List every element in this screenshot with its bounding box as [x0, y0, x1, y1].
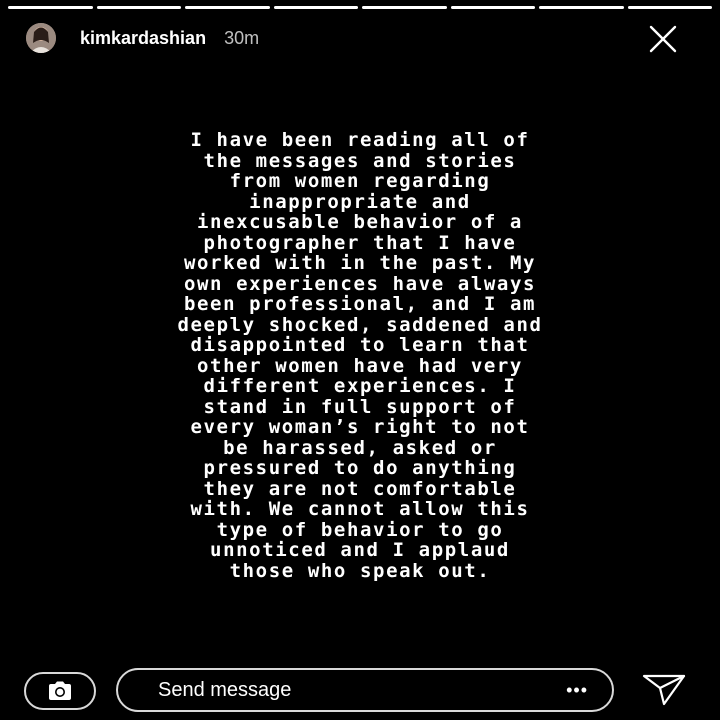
story-text-line: worked with in the past. My	[183, 252, 537, 274]
avatar[interactable]	[26, 23, 56, 53]
timestamp: 30m	[224, 27, 260, 48]
progress-segment	[96, 6, 181, 9]
username[interactable]: kimkardashian	[80, 28, 206, 49]
story-text-line: disappointed to learn that	[190, 334, 530, 356]
camera-icon	[49, 681, 71, 700]
story-text-line: from women regarding	[229, 170, 491, 192]
story-text-line: inappropriate and	[249, 190, 471, 213]
story-text-line: with. We cannot allow this	[190, 498, 530, 520]
story-text-line: I have been reading all of	[190, 129, 530, 151]
story-text-line: the messages and stories	[203, 149, 517, 172]
story-progress-bar	[8, 6, 712, 9]
profile-avatar-image	[26, 23, 56, 53]
story-text-line: they are not comfortable	[203, 477, 517, 500]
story-header: kimkardashian 30m	[26, 20, 700, 56]
send-icon[interactable]	[640, 672, 688, 708]
story-screen: kimkardashian 30m I have been reading al…	[0, 0, 720, 720]
story-text-line: deeply shocked, saddened and	[177, 313, 543, 336]
close-icon[interactable]	[648, 24, 678, 54]
story-text-line: pressured to do anything	[203, 457, 517, 479]
progress-segment	[450, 6, 535, 9]
send-message-input[interactable]: Send message •••	[116, 668, 614, 712]
story-text-line: stand in full support of	[203, 395, 517, 418]
story-text-line: every woman’s right to not	[190, 416, 530, 438]
story-text-line: own experiences have always	[183, 272, 537, 295]
story-text-line: be harassed, asked or	[223, 436, 497, 459]
camera-button[interactable]	[24, 672, 96, 710]
progress-segment	[627, 6, 712, 9]
send-message-placeholder: Send message	[158, 678, 292, 701]
progress-segment	[539, 6, 624, 9]
story-text: I have been reading all of the messages a…	[40, 130, 680, 581]
story-text-line: those who speak out.	[229, 559, 491, 582]
story-text-line: unnoticed and I applaud	[210, 539, 510, 561]
progress-segment	[273, 6, 358, 9]
more-options-button[interactable]: •••	[566, 681, 588, 699]
story-text-line: other women have had very	[197, 354, 523, 377]
story-text-line: photographer that I have	[203, 231, 517, 254]
progress-segment	[185, 6, 270, 9]
story-text-line: been professional, and I am	[183, 293, 537, 315]
story-text-line: different experiences. I	[203, 375, 517, 397]
story-text-line: type of behavior to go	[216, 518, 504, 541]
progress-segment	[8, 6, 93, 9]
story-text-line: inexcusable behavior of a	[197, 211, 523, 233]
progress-segment	[362, 6, 447, 9]
